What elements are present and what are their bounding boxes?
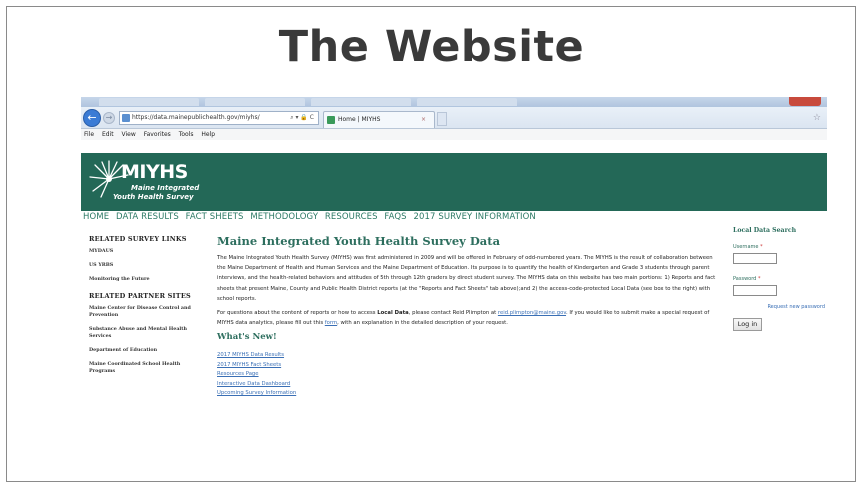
miyhs-logo[interactable]: MIYHS Maine Integrated Youth Health Surv… bbox=[85, 153, 215, 209]
nav-data-results[interactable]: DATA RESULTS bbox=[116, 212, 179, 222]
login-panel-title: Local Data Search bbox=[733, 227, 797, 234]
main-content: Maine Integrated Youth Health Survey Dat… bbox=[217, 234, 717, 399]
menu-edit[interactable]: Edit bbox=[102, 131, 114, 138]
forward-arrow-icon[interactable]: → bbox=[103, 112, 115, 124]
tab-title: Home | MIYHS bbox=[338, 116, 381, 123]
local-data-login-panel: Local Data Search Username * Password * … bbox=[733, 227, 825, 331]
window-close-button[interactable] bbox=[789, 97, 821, 106]
intro-paragraph: The Maine Integrated Youth Health Survey… bbox=[217, 255, 716, 302]
whats-new-heading: What's New! bbox=[217, 332, 277, 343]
background-tab[interactable] bbox=[311, 98, 411, 106]
password-field[interactable] bbox=[733, 285, 777, 296]
menu-favorites[interactable]: Favorites bbox=[144, 131, 171, 138]
required-mark: * bbox=[757, 276, 761, 282]
nav-faqs[interactable]: FAQS bbox=[384, 212, 406, 222]
request-new-password-link[interactable]: Request new password bbox=[733, 304, 825, 310]
browser-title-bar bbox=[81, 97, 827, 107]
menu-file[interactable]: File bbox=[84, 131, 94, 138]
username-field[interactable] bbox=[733, 253, 777, 264]
password-label-text: Password bbox=[733, 276, 757, 282]
menu-view[interactable]: View bbox=[122, 131, 136, 138]
sidebar-link-monitoring-the-future[interactable]: Monitoring the Future bbox=[89, 276, 207, 283]
nav-methodology[interactable]: METHODOLOGY bbox=[250, 212, 318, 222]
nav-2017-survey-information[interactable]: 2017 SURVEY INFORMATION bbox=[413, 212, 535, 222]
favorites-star-icon[interactable]: ☆ bbox=[813, 113, 821, 123]
whats-new-link-interactive-dashboard[interactable]: Interactive Data Dashboard bbox=[217, 380, 717, 390]
site-header: MIYHS Maine Integrated Youth Health Surv… bbox=[81, 153, 827, 211]
slide-title: The Website bbox=[278, 22, 585, 72]
sidebar-link-us-yrbs[interactable]: US YRBS bbox=[89, 262, 207, 269]
contact-text-d: , with an explanation in the detailed de… bbox=[337, 320, 508, 327]
url-input[interactable]: https://data.mainepublichealth.gov/miyhs… bbox=[119, 111, 319, 125]
contact-text-a: For questions about the content of repor… bbox=[217, 310, 376, 317]
tab-close-icon[interactable]: × bbox=[421, 112, 426, 127]
nav-resources[interactable]: RESOURCES bbox=[325, 212, 378, 222]
background-tab[interactable] bbox=[205, 98, 305, 106]
required-mark: * bbox=[760, 244, 763, 250]
request-form-link[interactable]: form bbox=[325, 320, 337, 326]
address-bar-row: ← → https://data.mainepublichealth.gov/m… bbox=[81, 107, 827, 129]
contact-paragraph: For questions about the content of repor… bbox=[217, 308, 717, 328]
username-label-text: Username bbox=[733, 244, 759, 250]
log-in-button[interactable]: Log in bbox=[733, 318, 762, 331]
contact-email-link[interactable]: reid.plimpton@maine.gov bbox=[498, 310, 566, 316]
whats-new-link-resources-page[interactable]: Resources Page bbox=[217, 370, 717, 380]
page-icon bbox=[122, 114, 130, 122]
password-label: Password * bbox=[733, 276, 825, 282]
page-top-gap bbox=[81, 140, 827, 153]
whats-new-link-2017-data-results[interactable]: 2017 MIYHS Data Results bbox=[217, 351, 717, 361]
related-survey-links-heading: RELATED SURVEY LINKS bbox=[89, 235, 187, 243]
new-tab-button[interactable] bbox=[437, 112, 447, 126]
url-text: https://data.mainepublichealth.gov/miyhs… bbox=[132, 114, 260, 121]
sidebar-link-maine-coordinated-school-health[interactable]: Maine Coordinated School Health Programs bbox=[89, 361, 207, 375]
background-tab[interactable] bbox=[417, 98, 517, 106]
browser-menu-bar: File Edit View Favorites Tools Help bbox=[81, 129, 827, 140]
nav-home[interactable]: HOME bbox=[83, 212, 109, 222]
whats-new-link-2017-fact-sheets[interactable]: 2017 MIYHS Fact Sheets bbox=[217, 361, 717, 371]
site-favicon-icon bbox=[327, 116, 335, 124]
browser-screenshot: ← → https://data.mainepublichealth.gov/m… bbox=[81, 97, 827, 460]
logo-title: MIYHS bbox=[121, 161, 188, 183]
url-controls[interactable]: ⌕ ▾ 🔒 C bbox=[290, 112, 314, 124]
back-arrow-icon[interactable]: ← bbox=[83, 109, 101, 127]
background-tab[interactable] bbox=[99, 98, 199, 106]
page-title: Maine Integrated Youth Health Survey Dat… bbox=[217, 234, 501, 248]
sidebar-link-mydaus[interactable]: MYDAUS bbox=[89, 248, 207, 255]
nav-fact-sheets[interactable]: FACT SHEETS bbox=[186, 212, 244, 222]
logo-subtitle-line2: Youth Health Survey bbox=[113, 193, 194, 201]
menu-help[interactable]: Help bbox=[201, 131, 215, 138]
sidebar-link-maine-cdc[interactable]: Maine Center for Disease Control and Pre… bbox=[89, 305, 207, 319]
menu-tools[interactable]: Tools bbox=[179, 131, 194, 138]
tab-home-miyhs[interactable]: Home | MIYHS × bbox=[323, 111, 435, 128]
logo-subtitle-line1: Maine Integrated bbox=[131, 184, 200, 192]
username-label: Username * bbox=[733, 244, 825, 250]
whats-new-link-upcoming-survey-info[interactable]: Upcoming Survey Information bbox=[217, 389, 717, 399]
sidebar-link-samhs[interactable]: Substance Abuse and Mental Health Servic… bbox=[89, 326, 207, 340]
related-partner-sites-heading: RELATED PARTNER SITES bbox=[89, 292, 191, 300]
sidebar-link-department-of-education[interactable]: Department of Education bbox=[89, 347, 207, 354]
site-nav: HOME DATA RESULTS FACT SHEETS METHODOLOG… bbox=[81, 211, 827, 223]
local-data-bold: Local Data bbox=[377, 310, 409, 317]
contact-text-b: , please contact Reid Plimpton at bbox=[408, 310, 497, 317]
left-sidebar: RELATED SURVEY LINKS MYDAUS US YRBS Moni… bbox=[89, 235, 207, 382]
